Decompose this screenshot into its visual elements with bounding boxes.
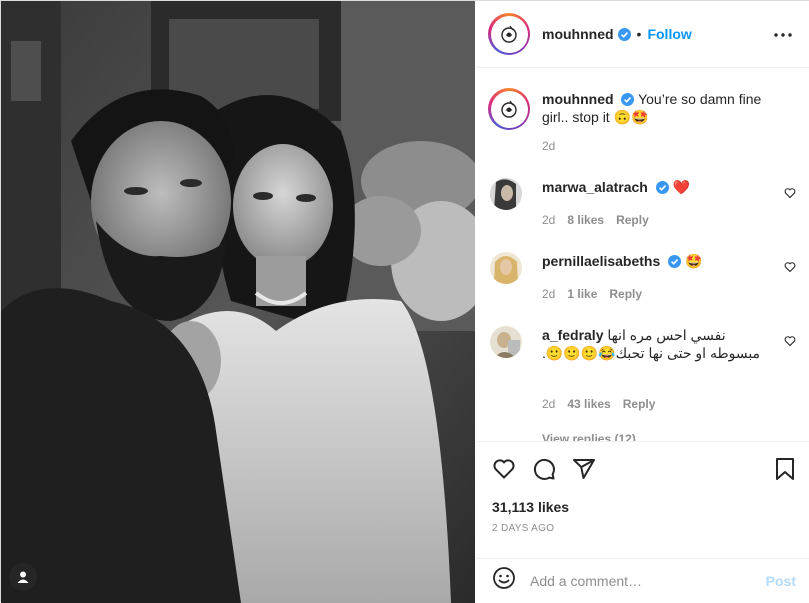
verified-badge-icon [621,93,635,106]
author-logo-icon [501,25,517,43]
comment-likes[interactable]: 43 likes [567,397,610,411]
comment-likes[interactable]: 8 likes [567,213,604,227]
tag-user-button[interactable] [9,563,37,591]
smiley-face-icon [493,567,515,589]
verified-badge-icon [617,27,631,41]
header-separator: • [636,26,642,42]
add-comment-bar: Post [476,558,809,602]
heart-outline-icon [784,188,796,199]
commenter-avatar[interactable] [490,178,522,210]
paper-plane-icon [573,459,595,479]
photo-image [1,1,475,603]
comment-like-button[interactable] [784,260,796,278]
post-dialog: mouhnned • Follow mouhnned You’re so dam… [0,0,809,603]
avatar-image [490,178,522,210]
comment-text: 🤩 [685,253,703,269]
save-button[interactable] [774,457,796,486]
comment-age[interactable]: 2d [542,213,555,227]
comment-age[interactable]: 2d [542,287,555,301]
verified-badge-icon [668,255,682,268]
post-photo[interactable] [1,1,475,603]
comment-meta: 2d 43 likes Reply [542,397,655,411]
user-tag-icon [17,571,29,583]
comment-likes[interactable]: 1 like [567,287,597,301]
post-comment-button[interactable]: Post [766,573,796,589]
author-username[interactable]: mouhnned [542,26,614,42]
post-actions: 31,113 likes 2 DAYS AGO Post [476,441,809,601]
post-panel: mouhnned • Follow mouhnned You’re so dam… [476,1,809,603]
heart-outline-icon [784,262,796,273]
share-button[interactable] [572,457,596,486]
heart-outline-icon [784,336,796,347]
more-options-button[interactable] [774,25,792,43]
comment-username[interactable]: a_fedraly [542,327,603,343]
avatar-image [490,326,522,358]
like-button[interactable] [492,457,516,486]
reply-button[interactable]: Reply [609,287,642,301]
caption-meta: 2d [542,139,555,153]
comment-like-button[interactable] [784,334,796,352]
heart-outline-icon [493,459,515,479]
post-header: mouhnned • Follow [476,1,809,68]
commenter-avatar[interactable] [490,326,522,358]
comment-body: a_fedraly نفسي احس مره انها مبسوطه او حت… [542,326,774,362]
action-icons [492,457,596,486]
comment-meta: 2d 8 likes Reply [542,213,649,227]
caption-username[interactable]: mouhnned [542,91,614,107]
caption-age[interactable]: 2d [542,139,555,153]
bookmark-icon [776,458,794,480]
likes-count[interactable]: 31,113 likes [492,499,569,515]
comment-age[interactable]: 2d [542,397,555,411]
comment-username[interactable]: marwa_alatrach [542,179,648,195]
comment-button[interactable] [532,457,556,486]
comment-bubble-icon [533,458,555,480]
caption-avatar[interactable] [488,88,530,130]
comment-username[interactable]: pernillaelisabeths [542,253,660,269]
post-date[interactable]: 2 DAYS AGO [492,523,554,534]
avatar-image [490,252,522,284]
comment-like-button[interactable] [784,186,796,204]
reply-button[interactable]: Reply [616,213,649,227]
comment-text: ❤️ [672,179,691,195]
emoji-button[interactable] [492,566,516,595]
comment-input[interactable] [530,572,750,589]
follow-button[interactable]: Follow [647,26,691,42]
commenter-avatar[interactable] [490,252,522,284]
more-horizontal-icon [774,33,792,37]
author-logo-icon [501,100,517,118]
comment-meta: 2d 1 like Reply [542,287,642,301]
comment-body: marwa_alatrach ❤️ [542,178,774,196]
caption-body: mouhnned You’re so damn fine girl.. stop… [542,90,774,126]
verified-badge-icon [655,181,669,194]
view-replies-button[interactable]: View replies (12) [542,432,636,441]
author-avatar[interactable] [488,13,530,55]
comments-list[interactable]: mouhnned You’re so damn fine girl.. stop… [476,69,809,441]
comment-body: pernillaelisabeths 🤩 [542,252,774,270]
reply-button[interactable]: Reply [623,397,656,411]
